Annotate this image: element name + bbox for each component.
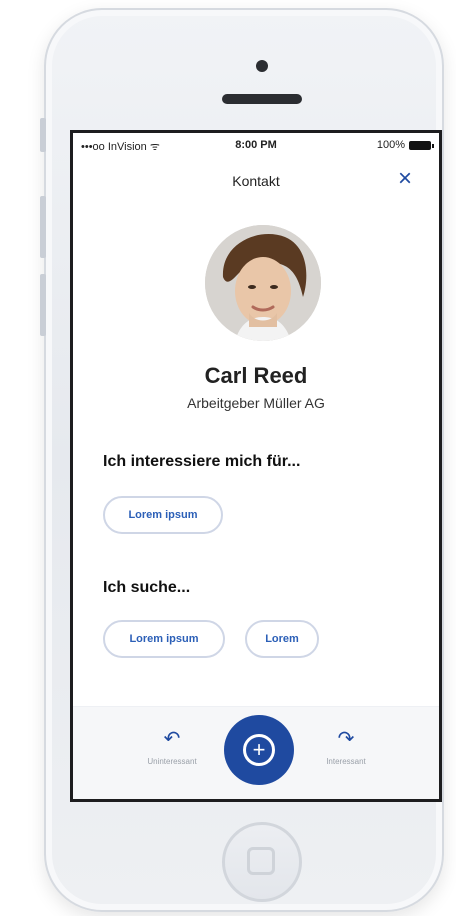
undo-arrow-icon: ↶ xyxy=(163,728,181,750)
side-button-top xyxy=(40,118,46,152)
interessant-label: Interessant xyxy=(326,757,366,766)
profile-company: Arbeitgeber Müller AG xyxy=(187,395,325,411)
side-button-volume-up xyxy=(40,196,46,258)
battery-icon xyxy=(409,140,434,150)
interests-title: Ich interessiere mich für... xyxy=(103,453,301,470)
status-bar: •••oo InVision ᯤ 8:00 PM 100% xyxy=(81,139,434,155)
profile-name: Carl Reed xyxy=(204,363,308,388)
avatar xyxy=(205,225,321,341)
redo-arrow-icon: ↷ xyxy=(337,728,355,750)
bottom-action-bar: ↶ Uninteressant + ↷ Interessant xyxy=(73,706,439,799)
page-title: Kontakt xyxy=(232,173,280,189)
battery-indicator: 100% xyxy=(376,139,434,151)
add-button[interactable]: + xyxy=(224,715,294,785)
battery-percentage: 100% xyxy=(376,139,405,151)
speaker-grill xyxy=(222,94,302,104)
status-time: 8:00 PM xyxy=(235,139,277,151)
search-chip[interactable]: Lorem xyxy=(245,620,319,658)
uninteressant-label: Uninteressant xyxy=(147,757,197,766)
close-icon[interactable]: × xyxy=(393,167,417,191)
uninteressant-button[interactable]: ↶ Uninteressant xyxy=(127,729,217,766)
carrier-label: •••oo InVision ᯤ xyxy=(81,141,160,153)
plus-icon: + xyxy=(243,734,275,766)
front-camera-icon xyxy=(256,60,268,72)
search-chip[interactable]: Lorem ipsum xyxy=(103,620,225,658)
interessant-button[interactable]: ↷ Interessant xyxy=(301,729,391,766)
home-square-icon xyxy=(247,847,275,875)
side-button-volume-down xyxy=(40,274,46,336)
phone-screen: •••oo InVision ᯤ 8:00 PM 100% Kontakt × … xyxy=(70,130,442,802)
search-title: Ich suche... xyxy=(103,579,191,596)
interest-chip[interactable]: Lorem ipsum xyxy=(103,496,223,534)
